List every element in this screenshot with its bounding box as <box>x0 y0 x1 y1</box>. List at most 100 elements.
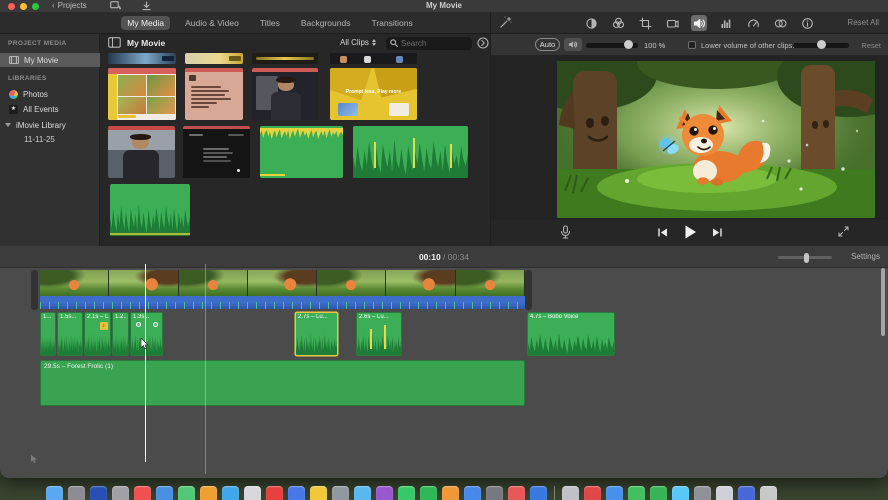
search-field[interactable] <box>386 36 472 50</box>
tab-titles[interactable]: Titles <box>254 16 286 30</box>
sidebar-item-my-movie[interactable]: My Movie <box>0 53 100 67</box>
dock-app-icon[interactable] <box>760 486 777 500</box>
clip-thumbnail-audio[interactable] <box>353 126 468 178</box>
dock-app-icon[interactable] <box>332 486 349 500</box>
timeline-zoom-knob[interactable] <box>804 252 809 263</box>
dock-app-icon[interactable] <box>420 486 437 500</box>
mute-button[interactable] <box>564 38 582 51</box>
dock-app-icon[interactable] <box>178 486 195 500</box>
enhance-wand-icon[interactable] <box>499 16 512 29</box>
auto-volume-button[interactable]: Auto <box>535 38 560 51</box>
dock-app-icon[interactable] <box>508 486 525 500</box>
timeline-zoom-slider[interactable] <box>778 252 832 263</box>
video-track-filmstrip[interactable] <box>40 270 525 296</box>
tab-my-media[interactable]: My Media <box>121 16 171 30</box>
clip-thumbnail[interactable] <box>330 53 417 64</box>
dock-app-icon[interactable] <box>672 486 689 500</box>
dock-app-icon[interactable] <box>222 486 239 500</box>
clip-thumbnail-terminal[interactable] <box>183 126 250 178</box>
dock-app-icon[interactable] <box>90 486 107 500</box>
clip-filter-button[interactable] <box>772 15 788 31</box>
sidebar-toggle-icon[interactable] <box>108 37 121 48</box>
dock-app-icon[interactable] <box>562 486 579 500</box>
tab-backgrounds[interactable]: Backgrounds <box>295 16 357 30</box>
color-correction-button[interactable] <box>610 15 626 31</box>
dock-app-icon[interactable] <box>606 486 623 500</box>
color-balance-button[interactable] <box>583 15 599 31</box>
clip-thumbnail[interactable] <box>185 53 243 64</box>
crop-button[interactable] <box>637 15 653 31</box>
timeline-audio-clip[interactable]: 2.1s – L... ♪ <box>84 312 111 356</box>
dock-app-icon[interactable] <box>376 486 393 500</box>
dock-app-icon[interactable] <box>442 486 459 500</box>
clip-thumbnail-slide[interactable]: Prompt less, Play more <box>330 68 417 120</box>
fade-handle[interactable] <box>136 322 141 327</box>
dock-app-icon[interactable] <box>398 486 415 500</box>
timeline-audio-clip[interactable]: 1... <box>40 312 56 356</box>
clip-thumbnail-document[interactable] <box>185 68 243 120</box>
dock-app-icon[interactable] <box>200 486 217 500</box>
clip-thumbnail-audio[interactable] <box>110 184 190 236</box>
volume-slider-knob[interactable] <box>624 40 633 49</box>
dock-app-icon[interactable] <box>244 486 261 500</box>
clip-trim-handle-left[interactable] <box>31 270 38 310</box>
tab-audio-video[interactable]: Audio & Video <box>179 16 245 30</box>
dock-app-icon[interactable] <box>112 486 129 500</box>
lower-volume-slider[interactable] <box>793 40 849 49</box>
volume-slider[interactable] <box>586 40 638 49</box>
playhead[interactable] <box>145 264 146 462</box>
dock-app-icon[interactable] <box>628 486 645 500</box>
dock-app-icon[interactable] <box>486 486 503 500</box>
sidebar-item-all-events[interactable]: ★ All Events <box>0 102 100 116</box>
timeline-audio-clip-selected[interactable]: 2.7s – Lu... <box>295 312 338 356</box>
noise-reduction-button[interactable] <box>718 15 734 31</box>
reset-all-button[interactable]: Reset All <box>847 18 879 27</box>
skip-forward-button[interactable] <box>711 226 724 239</box>
play-button[interactable] <box>682 224 698 240</box>
reset-button[interactable]: Reset <box>861 41 881 50</box>
dock-app-icon[interactable] <box>354 486 371 500</box>
speed-button[interactable] <box>745 15 761 31</box>
fade-handle[interactable] <box>153 322 158 327</box>
clip-info-button[interactable] <box>799 15 815 31</box>
dock-app-icon[interactable] <box>464 486 481 500</box>
dock-app-icon[interactable] <box>650 486 667 500</box>
background-music-clip[interactable]: 29.5s – Forest Frolic (1) <box>40 360 525 406</box>
dock-app-icon[interactable] <box>584 486 601 500</box>
sidebar-item-photos[interactable]: Photos <box>0 87 100 101</box>
clip-trim-handle-right[interactable] <box>525 270 532 310</box>
lower-volume-knob[interactable] <box>817 40 826 49</box>
clip-thumbnail-fox-collage[interactable] <box>108 68 176 120</box>
clip-thumbnail-webcam[interactable] <box>108 126 175 178</box>
sidebar-item-imovie-library[interactable]: iMovie Library <box>0 118 100 132</box>
clip-thumbnail-audio[interactable] <box>260 126 343 178</box>
fullscreen-icon[interactable] <box>837 225 850 238</box>
video-audio-waveform-track[interactable] <box>40 296 525 309</box>
all-clips-dropdown[interactable]: All Clips <box>340 38 376 47</box>
dock-app-icon[interactable] <box>68 486 85 500</box>
timeline-scrollbar[interactable] <box>881 268 885 336</box>
dock-app-icon[interactable] <box>46 486 63 500</box>
dock-app-icon[interactable] <box>310 486 327 500</box>
stabilization-button[interactable] <box>664 15 680 31</box>
dock-app-icon[interactable] <box>530 486 547 500</box>
dock-app-icon[interactable] <box>134 486 151 500</box>
skip-back-button[interactable] <box>656 226 669 239</box>
dock-app-icon[interactable] <box>156 486 173 500</box>
continuous-playback-icon[interactable] <box>477 37 489 49</box>
volume-button[interactable] <box>691 15 707 31</box>
dock-app-icon[interactable] <box>738 486 755 500</box>
timeline-audio-clip[interactable]: 4.7s – Bobo Voice <box>527 312 615 356</box>
timeline-audio-clip[interactable]: 2.6s – Lu... <box>356 312 402 356</box>
dock-app-icon[interactable] <box>716 486 733 500</box>
dock-app-icon[interactable] <box>694 486 711 500</box>
dock-app-icon[interactable] <box>266 486 283 500</box>
sidebar-item-event-date[interactable]: 11-11-25 <box>0 132 100 146</box>
dock-app-icon[interactable] <box>288 486 305 500</box>
search-input[interactable] <box>401 38 468 48</box>
timeline-audio-clip[interactable]: 1.5s... <box>57 312 83 356</box>
timeline-settings-button[interactable]: Settings <box>851 252 880 261</box>
timeline-audio-clip[interactable]: 1.2... <box>112 312 129 356</box>
disclosure-chevron-icon[interactable] <box>5 123 11 127</box>
clip-thumbnail[interactable] <box>108 53 176 64</box>
